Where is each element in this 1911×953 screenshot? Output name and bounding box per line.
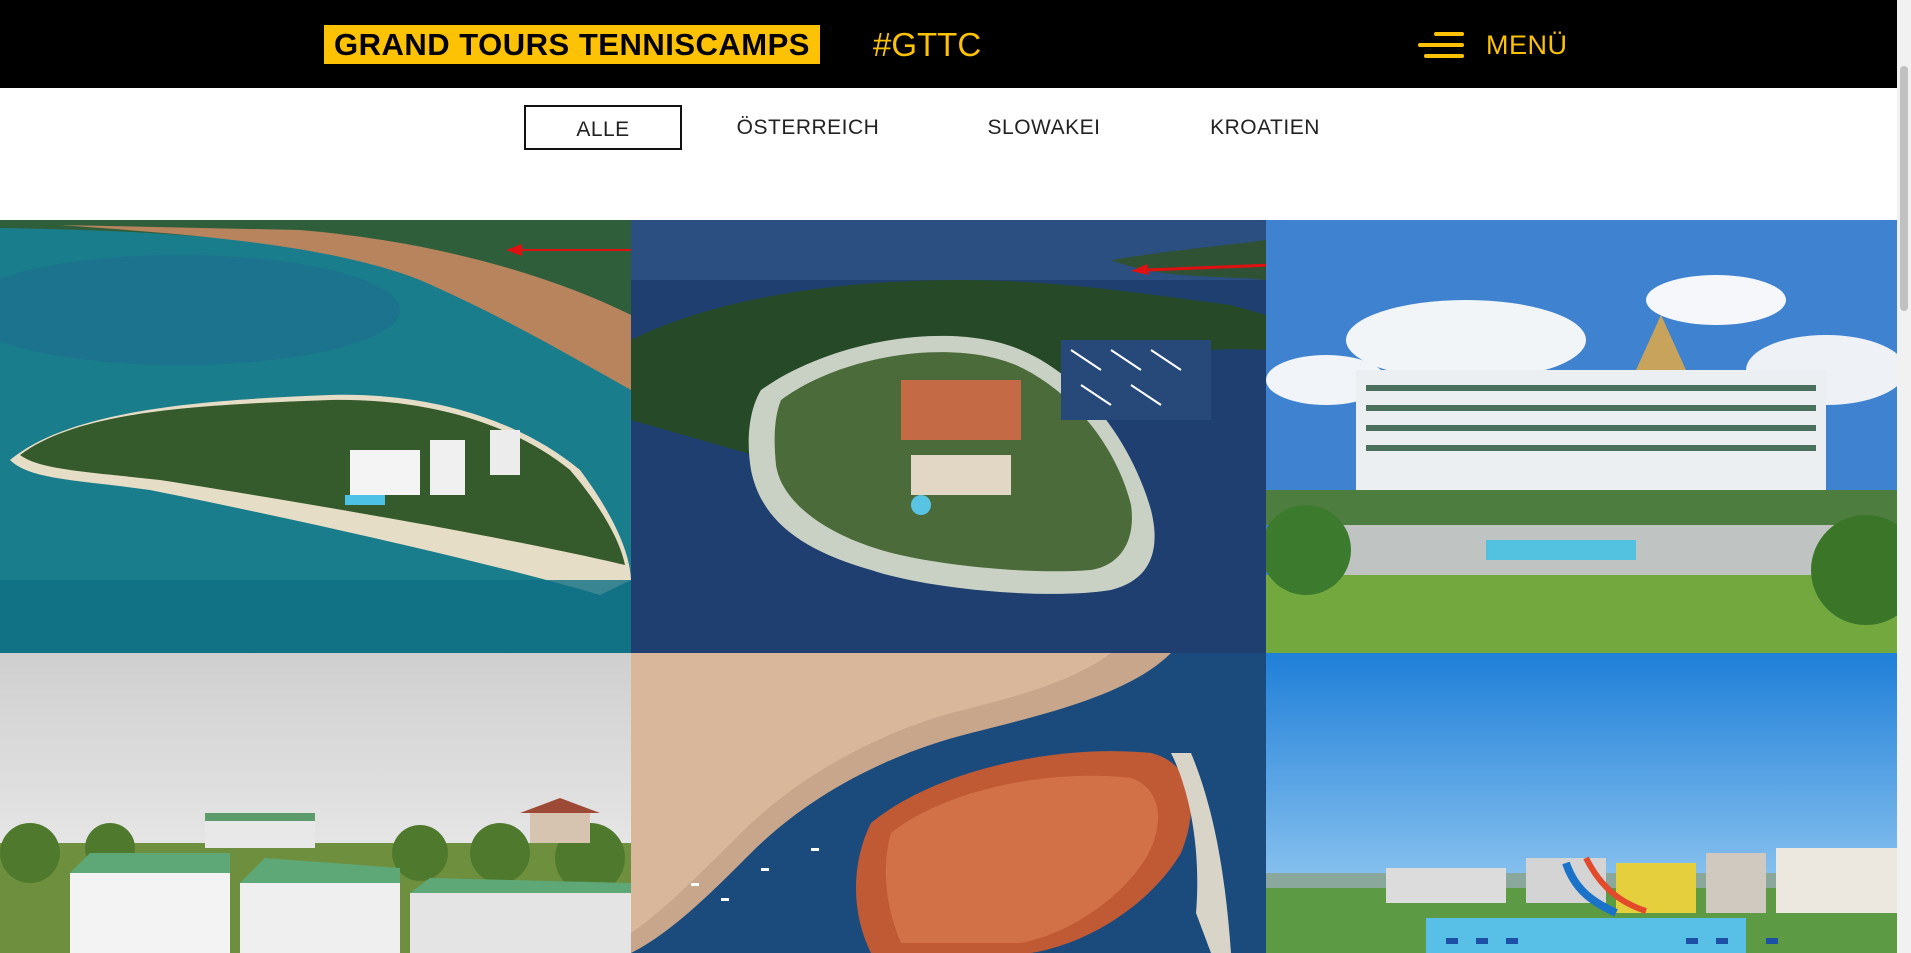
- menu-button[interactable]: MENÜ: [1416, 24, 1568, 66]
- resort-pool-photo: [1266, 653, 1897, 953]
- hotel-pool-photo: [1266, 220, 1897, 653]
- gallery-image-4[interactable]: [0, 653, 631, 953]
- red-arrow-icon: [506, 244, 631, 256]
- gallery-image-2[interactable]: [631, 220, 1266, 653]
- red-arrow-icon: [1131, 263, 1266, 275]
- tab-alle[interactable]: ALLE: [524, 105, 682, 150]
- countryside-resort-photo: [0, 653, 631, 953]
- hashtag-label: #GTTC: [873, 26, 982, 63]
- hamburger-menu-icon[interactable]: [1416, 28, 1464, 62]
- site-header: GRAND TOURS TENNISCAMPS #GTTC MENÜ: [0, 0, 1897, 88]
- tab-slowakei[interactable]: SLOWAKEI: [970, 105, 1118, 150]
- peninsula-photo: [631, 220, 1266, 653]
- gallery-image-3[interactable]: [1266, 220, 1897, 653]
- island-photo: [0, 220, 631, 653]
- scrollbar-thumb[interactable]: [1900, 66, 1908, 311]
- menu-label[interactable]: MENÜ: [1486, 30, 1568, 61]
- gallery-image-6[interactable]: [1266, 653, 1897, 953]
- tab-oesterreich[interactable]: ÖSTERREICH: [720, 105, 896, 150]
- tab-kroatien[interactable]: KROATIEN: [1188, 105, 1342, 150]
- old-town-photo: [631, 653, 1266, 953]
- brand-logo[interactable]: GRAND TOURS TENNISCAMPS: [324, 25, 820, 64]
- gallery-image-1[interactable]: [0, 220, 631, 653]
- gallery-image-5[interactable]: [631, 653, 1266, 953]
